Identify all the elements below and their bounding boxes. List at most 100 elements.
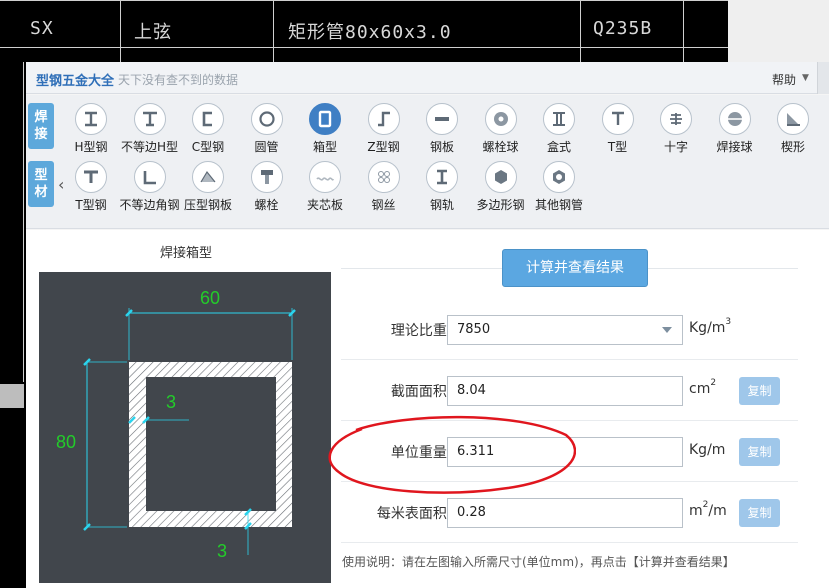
dim-text-width[interactable]: 60 bbox=[200, 288, 220, 308]
steel-wire-icon[interactable] bbox=[367, 161, 400, 193]
z-section-icon[interactable] bbox=[367, 103, 400, 135]
shape-label: 十字 bbox=[663, 140, 688, 154]
shape-label: 焊接球 bbox=[716, 140, 753, 154]
calculator-content: 焊接箱型 60 80 3 3 计算并查看结果 理论比重: 7850 Kg/m3… bbox=[26, 230, 829, 588]
cad-gray-area bbox=[728, 0, 829, 62]
row-area: 截面面积 : 8.04 cm2 复制 bbox=[341, 361, 798, 421]
shape-label: 箱型 bbox=[312, 140, 337, 154]
h-beam-icon[interactable] bbox=[75, 103, 107, 135]
sandwich-panel-icon[interactable] bbox=[309, 161, 341, 193]
shape-item-bolt[interactable]: 螺栓 bbox=[237, 161, 297, 213]
cad-divider bbox=[273, 0, 274, 62]
bolt-icon[interactable] bbox=[250, 161, 283, 193]
shape-item-box-type[interactable]: 盒式 bbox=[529, 103, 589, 155]
density-label: 理论比重 : bbox=[390, 323, 456, 339]
shape-item-cross[interactable]: 十字 bbox=[646, 103, 706, 155]
dim-text-web-thickness[interactable]: 3 bbox=[166, 392, 176, 412]
area-field[interactable]: 8.04 bbox=[447, 376, 683, 406]
copy-area-button[interactable]: 复制 bbox=[739, 377, 780, 405]
shape-item-angle-steel[interactable]: 不等边角钢 bbox=[120, 161, 180, 213]
shape-item-unequal-h[interactable]: 不等边H型 bbox=[120, 103, 180, 155]
copy-unit-weight-button[interactable]: 复制 bbox=[739, 438, 780, 466]
shape-label: 压型钢板 bbox=[183, 198, 232, 212]
category-tab-weld[interactable]: 焊 接 bbox=[28, 103, 54, 149]
shape-label: 圆管 bbox=[254, 140, 279, 154]
cad-divider bbox=[0, 0, 728, 1]
row-surface-area: 每米表面积 : 0.28 m2/m 复制 bbox=[341, 483, 798, 543]
title-bar: 型钢五金大全 天下没有查不到的数据 帮助 ▼ bbox=[26, 62, 829, 94]
app-title: 型钢五金大全 bbox=[36, 74, 115, 89]
dim-text-height[interactable]: 80 bbox=[56, 432, 76, 452]
density-unit: Kg/m3 bbox=[689, 317, 732, 336]
profiled-plate-icon[interactable] bbox=[192, 161, 224, 193]
shape-item-round-pipe[interactable]: 圆管 bbox=[237, 103, 297, 155]
density-select[interactable]: 7850 bbox=[447, 315, 683, 345]
shape-item-weld-ball[interactable]: 焊接球 bbox=[705, 103, 765, 155]
surface-area-unit: m2/m bbox=[689, 500, 727, 519]
dim-text-flange-thickness[interactable]: 3 bbox=[217, 541, 227, 561]
surface-area-field[interactable]: 0.28 bbox=[447, 498, 683, 528]
shape-label: 夹芯板 bbox=[306, 198, 343, 212]
box-type-icon[interactable] bbox=[543, 103, 575, 135]
cad-cell-material: Q235B bbox=[593, 18, 653, 39]
cad-divider bbox=[683, 0, 684, 62]
usage-note: 使用说明：请在左图输入所需尺寸(单位mm)，再点击【计算并查看结果】 bbox=[342, 555, 735, 569]
shape-item-polygon-steel[interactable]: 多边形钢 bbox=[471, 161, 531, 213]
cad-divider bbox=[23, 62, 24, 382]
shape-item-h-beam[interactable]: H型钢 bbox=[61, 103, 121, 155]
cad-cell-code: SX bbox=[30, 18, 54, 39]
shape-item-sandwich-panel[interactable]: 夹芯板 bbox=[295, 161, 355, 213]
round-pipe-icon[interactable] bbox=[250, 103, 283, 135]
weld-ball-icon[interactable] bbox=[718, 103, 751, 135]
app-subtitle: 天下没有查不到的数据 bbox=[118, 73, 239, 87]
shape-label: C型钢 bbox=[191, 140, 225, 154]
cross-icon[interactable] bbox=[660, 103, 692, 135]
unequal-h-icon[interactable] bbox=[133, 103, 166, 135]
shape-item-steel-plate[interactable]: 钢板 bbox=[412, 103, 472, 155]
shape-item-box-section[interactable]: 箱型 bbox=[295, 103, 355, 155]
shape-item-z-section[interactable]: Z型钢 bbox=[354, 103, 414, 155]
shape-label: Z型钢 bbox=[367, 140, 400, 154]
chevron-down-icon[interactable] bbox=[662, 327, 672, 333]
rail-icon[interactable] bbox=[426, 161, 458, 193]
other-pipe-icon[interactable] bbox=[543, 161, 575, 193]
shape-item-steel-wire[interactable]: 钢丝 bbox=[354, 161, 414, 213]
shape-label: 钢丝 bbox=[371, 198, 396, 212]
shape-item-rail[interactable]: 钢轨 bbox=[412, 161, 472, 213]
cad-cell-section: 矩形管80x60x3.0 bbox=[288, 22, 452, 43]
shape-label: 楔形 bbox=[780, 140, 805, 154]
cad-divider bbox=[120, 0, 121, 62]
unit-weight-unit: Kg/m bbox=[689, 442, 726, 458]
shape-item-bolt-ball[interactable]: 螺栓球 bbox=[471, 103, 531, 155]
scrollbar[interactable] bbox=[817, 62, 829, 94]
angle-steel-icon[interactable] bbox=[133, 161, 166, 193]
shape-item-wedge[interactable]: 楔形 bbox=[763, 103, 823, 155]
polygon-steel-icon[interactable] bbox=[484, 161, 517, 193]
help-caret-icon[interactable]: ▼ bbox=[802, 73, 809, 83]
row-density: 理论比重 : 7850 Kg/m3 bbox=[341, 300, 798, 360]
shape-item-c-channel[interactable]: C型钢 bbox=[178, 103, 238, 155]
help-menu[interactable]: 帮助 bbox=[772, 71, 796, 88]
shape-item-profiled-plate[interactable]: 压型钢板 bbox=[178, 161, 238, 213]
steel-calculator-window: 型钢五金大全 天下没有查不到的数据 帮助 ▼ 焊 接 型 材 ‹ H型钢 不等边H… bbox=[26, 62, 829, 588]
cad-divider bbox=[0, 47, 728, 48]
t-shape-icon[interactable] bbox=[601, 103, 634, 135]
wedge-icon[interactable] bbox=[777, 103, 809, 135]
bolt-ball-icon[interactable] bbox=[484, 103, 517, 135]
t-steel-icon[interactable] bbox=[75, 161, 107, 193]
shape-item-t-shape[interactable]: T型 bbox=[588, 103, 648, 155]
shape-label: 钢轨 bbox=[429, 198, 454, 212]
category-tab-section[interactable]: 型 材 bbox=[28, 161, 54, 207]
box-section-icon[interactable] bbox=[309, 103, 341, 135]
c-channel-icon[interactable] bbox=[192, 103, 224, 135]
copy-surface-area-button[interactable]: 复制 bbox=[739, 499, 780, 527]
shape-label: T型 bbox=[607, 140, 628, 154]
box-section-diagram: 60 80 3 3 bbox=[56, 288, 296, 561]
steel-plate-icon[interactable] bbox=[426, 103, 458, 135]
screen: SX 上弦 矩形管80x60x3.0 Q235B 型钢五金大全 天下没有查不到的… bbox=[0, 0, 829, 588]
shape-label: 不等边角钢 bbox=[119, 198, 180, 212]
calculate-button[interactable]: 计算并查看结果 bbox=[502, 249, 648, 287]
shape-item-t-steel[interactable]: T型钢 bbox=[61, 161, 121, 213]
unit-weight-field[interactable]: 6.311 bbox=[447, 437, 683, 467]
shape-item-other-pipe[interactable]: 其他钢管 bbox=[529, 161, 589, 213]
